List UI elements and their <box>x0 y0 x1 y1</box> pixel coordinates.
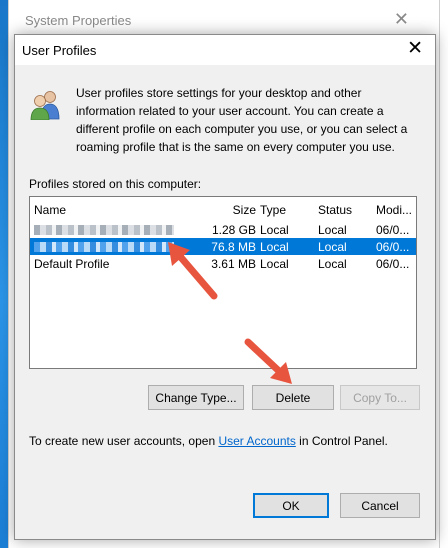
user-accounts-link[interactable]: User Accounts <box>218 434 295 448</box>
back-window-title: System Properties <box>25 13 132 28</box>
redacted-pixelation <box>34 225 174 235</box>
copy-to-button[interactable]: Copy To... <box>340 385 420 410</box>
change-type-button[interactable]: Change Type... <box>148 385 244 410</box>
list-header: Name Size Type Status Modi... <box>30 197 416 221</box>
redacted-pixelation <box>34 242 174 252</box>
column-header-size[interactable]: Size <box>233 203 256 217</box>
ok-button[interactable]: OK <box>253 493 329 518</box>
users-icon <box>30 91 60 120</box>
red-arrow-icon <box>244 338 292 384</box>
profile-modified: 06/0... <box>376 240 410 254</box>
column-header-status[interactable]: Status <box>318 203 352 217</box>
footer-text: To create new user accounts, open User A… <box>29 434 388 448</box>
cancel-button[interactable]: Cancel <box>340 493 420 518</box>
back-window-close-icon[interactable]: ✕ <box>394 9 409 30</box>
profile-status: Local <box>318 257 347 271</box>
profile-status: Local <box>318 240 347 254</box>
profile-type: Local <box>260 240 289 254</box>
column-header-name[interactable]: Name <box>34 203 66 217</box>
profile-modified: 06/0... <box>376 257 410 271</box>
footer-prefix: To create new user accounts, open <box>29 434 219 448</box>
profiles-list-label: Profiles stored on this computer: <box>29 177 202 191</box>
dialog-description: User profiles store settings for your de… <box>76 86 408 154</box>
profile-status: Local <box>318 223 347 237</box>
column-header-modified[interactable]: Modi... <box>376 203 412 217</box>
dialog-titlebar: User Profiles ✕ <box>15 35 435 65</box>
profile-name: Default Profile <box>34 257 110 271</box>
dialog-title: User Profiles <box>22 43 97 58</box>
close-icon[interactable]: ✕ <box>407 38 423 60</box>
profile-modified: 06/0... <box>376 223 410 237</box>
profile-size: 1.28 GB <box>211 223 256 237</box>
red-arrow-icon <box>168 242 218 300</box>
column-header-type[interactable]: Type <box>260 203 286 217</box>
profile-type: Local <box>260 257 289 271</box>
footer-suffix: in Control Panel. <box>295 434 388 448</box>
profile-type: Local <box>260 223 289 237</box>
